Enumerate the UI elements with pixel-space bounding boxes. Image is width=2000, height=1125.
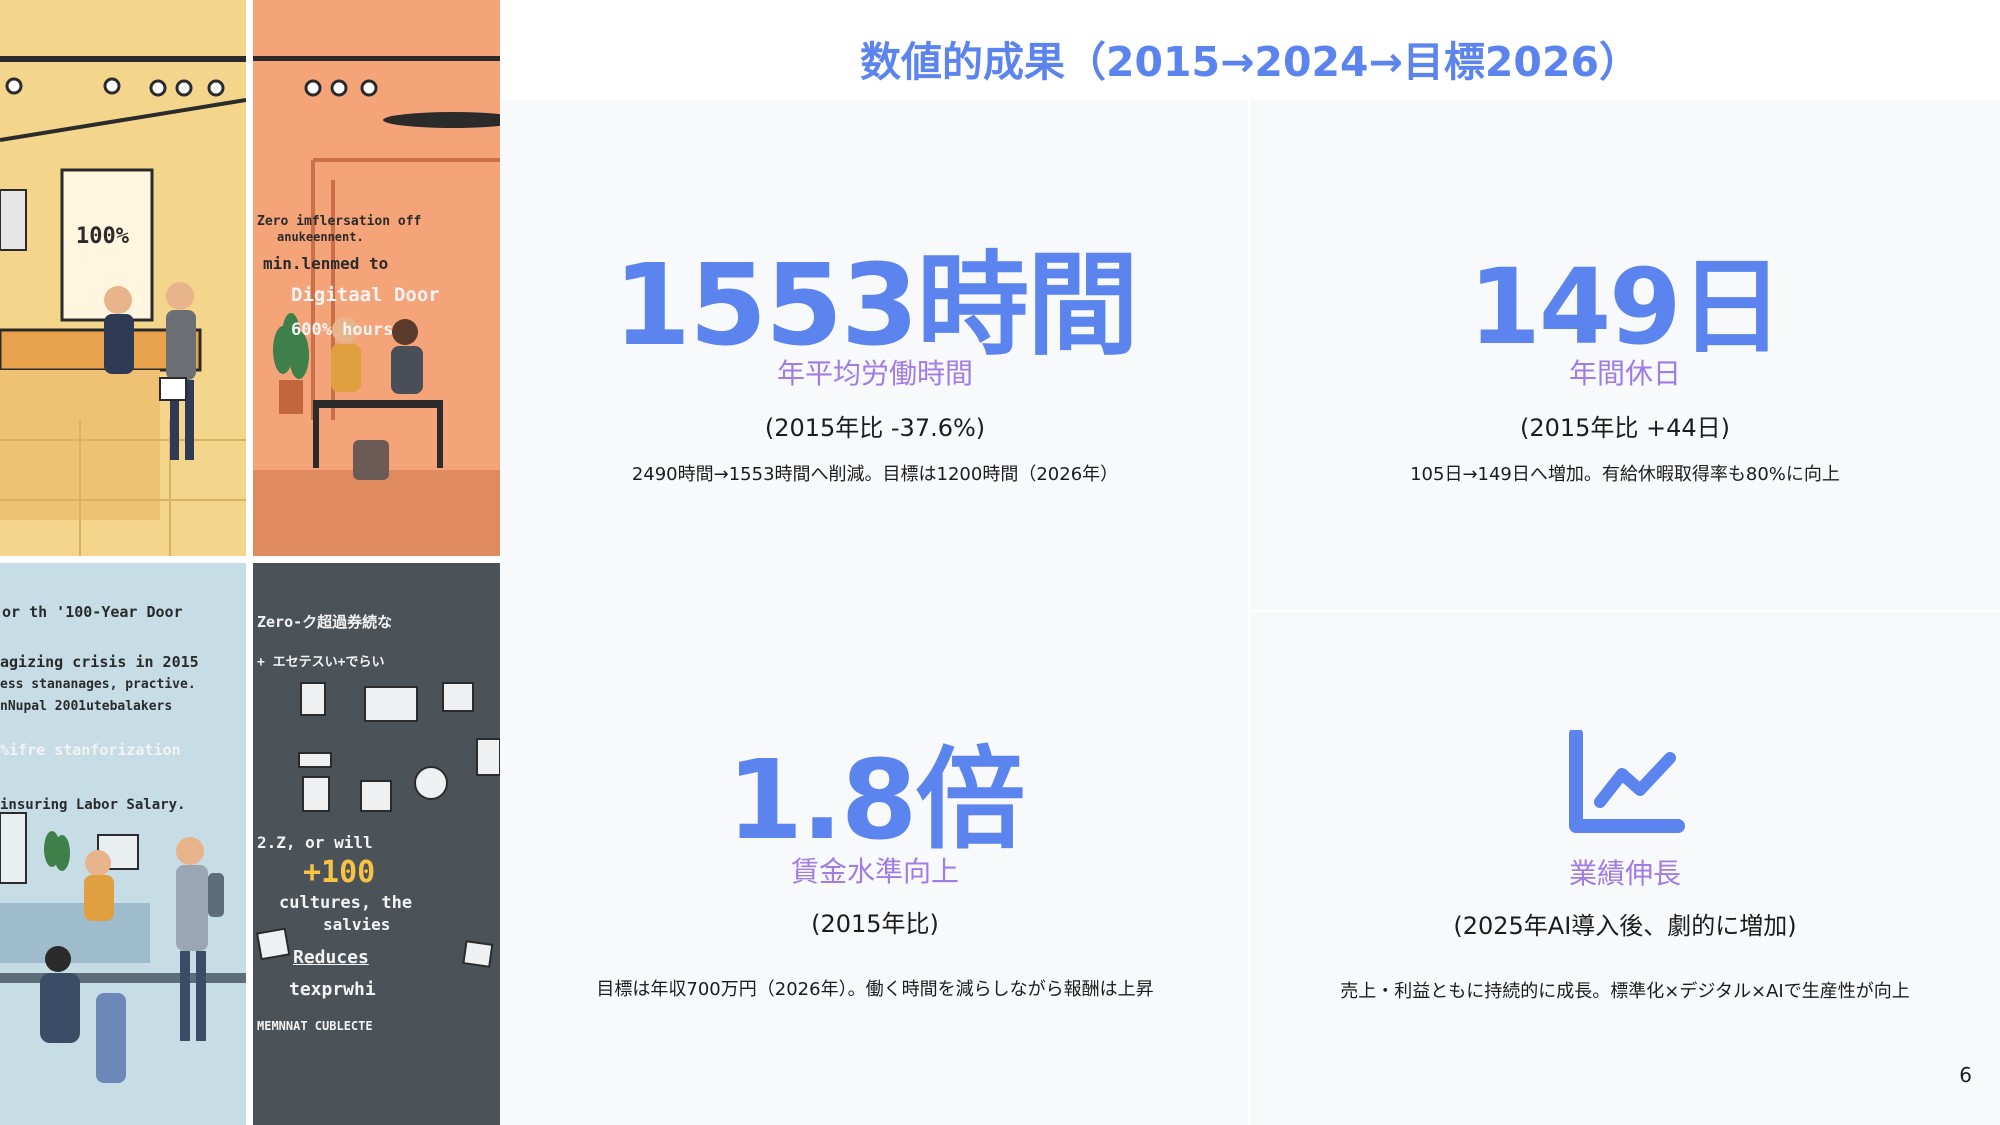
panel2-line-4: Digitaal Door [291, 284, 440, 306]
metric-label-holidays: 年間休日 [1568, 357, 1681, 390]
illustration-office-yellow: 100% [0, 0, 246, 556]
illustration-office-orange: Zero imflersation off anukeennent. min.l… [253, 0, 500, 556]
page-title: 数値的成果（2015→2024→目標2026） [859, 38, 1641, 86]
panel4-line-1: Zero-ク超過券続な [257, 613, 393, 631]
panel4-line-7: Reduces [293, 947, 369, 968]
panel3-line-2: agizing crisis in 2015 [0, 653, 199, 671]
panel3-line-4: nNupal 2001utebalakers [0, 699, 173, 714]
metric-value-wage: 1.8倍 [726, 736, 1026, 864]
metric-desc-working-hours: 2490時間→1553時間へ削減。目標は1200時間（2026年） [631, 464, 1119, 485]
metric-sub-working-hours: (2015年比 -37.6%) [764, 414, 986, 442]
metric-label-working-hours: 年平均労働時間 [776, 357, 973, 390]
panel4-line-2: + エセテスい+でらい [257, 655, 385, 670]
metric-desc-wage: 目標は年収700万円（2026年）。働く時間を減らしながら報酬は上昇 [596, 979, 1154, 1000]
illustration-office-blue: or th '100-Year Door agizing crisis in 2… [0, 563, 246, 1125]
panel4-plus-100: +100 [303, 855, 376, 890]
panel4-line-9: MEMNNAT CUBLECTE [257, 1019, 373, 1033]
metric-sub-wage: (2015年比) [811, 910, 939, 938]
panel2-line-5: 600% hours [291, 320, 394, 340]
metric-sub-holidays: (2015年比 +44日) [1519, 414, 1731, 442]
panel4-line-5: cultures, the [279, 893, 413, 913]
panel4-line-8: texprwhi [289, 979, 376, 1000]
panel3-line-1: or th '100-Year Door [2, 603, 183, 621]
metric-value-holidays: 149日 [1468, 246, 1783, 368]
sign-100-percent: 100% [76, 224, 129, 249]
panel3-line-3: ess stananages, practive. [0, 677, 196, 692]
panel2-line-2: anukeennent. [277, 230, 364, 244]
metric-sub-performance: (2025年AI導入後、劇的に増加) [1453, 912, 1797, 940]
illustration-infographic-dark: Zero-ク超過券続な + エセテスい+でらい 2.Z, or will +10… [253, 563, 500, 1125]
panel2-line-3: min.lenmed to [263, 254, 389, 273]
metric-label-performance: 業績伸長 [1568, 857, 1681, 890]
metric-desc-holidays: 105日→149日へ増加。有給休暇取得率も80%に向上 [1410, 464, 1840, 485]
panel3-line-6: insuring Labor Salary. [0, 797, 186, 813]
page-number: 6 [1959, 1063, 1972, 1087]
panel3-line-5: %ifre stanforization [0, 741, 181, 759]
panel2-line-1: Zero imflersation off [257, 214, 422, 229]
panel4-line-3: 2.Z, or will [257, 833, 373, 852]
metric-desc-performance: 売上・利益ともに持続的に成長。標準化×デジタル×AIで生産性が向上 [1340, 981, 1910, 1002]
line-chart-icon [1569, 730, 1685, 833]
panel4-line-6: salvies [323, 915, 391, 934]
illustration-collage: 100% Zero imflersation off anukeennent. … [0, 0, 500, 1125]
metric-label-wage: 賃金水準向上 [790, 855, 959, 888]
